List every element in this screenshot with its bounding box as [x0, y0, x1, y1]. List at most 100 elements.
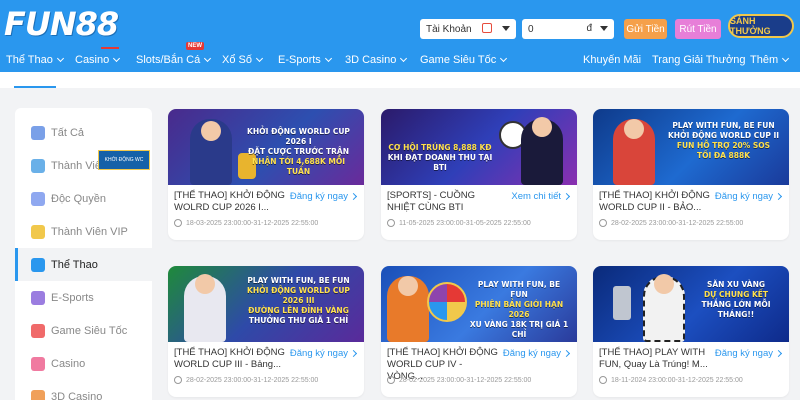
nav-item-esports[interactable]: E-Sports — [278, 50, 332, 70]
account-select-label: Tài Khoản — [426, 23, 472, 35]
esports-icon — [31, 290, 45, 305]
promo-date: 18-03-2025 23:00:00-31-12-2025 22:55:00 — [174, 219, 318, 227]
3d-casino-icon — [31, 389, 45, 400]
chevron-right-icon — [349, 192, 358, 201]
chevron-down-icon — [56, 54, 64, 63]
clock-icon — [174, 376, 182, 384]
sub-tabs — [0, 72, 800, 88]
nav-item-more[interactable]: Thêm — [750, 50, 790, 70]
register-now-link[interactable]: Đăng ký ngay — [290, 191, 358, 202]
chevron-right-icon — [562, 349, 571, 358]
nav-item-rewards[interactable]: Trang Giải Thưởng — [652, 50, 745, 70]
promo-banner: PLAY WITH FUN, BE FUN KHỞI ĐỘNG WORLD CU… — [168, 266, 364, 342]
new-member-icon — [31, 158, 45, 173]
promo-banner: PLAY WITH FUN, BE FUN PHIÊN BẢN GIỚI HẠN… — [381, 266, 577, 342]
promo-title: [THỂ THAO] KHỞI ĐỘNG WORLD CUP III - Bản… — [174, 347, 285, 370]
chevron-down-icon — [204, 54, 212, 63]
main-nav: Thể Thao Casino Slots/Bắn Cá Xổ Số E-Spo… — [0, 50, 800, 70]
chevron-down-icon — [255, 54, 264, 63]
subtab-active-indicator — [14, 86, 56, 88]
account-select[interactable]: Tài Khoản — [420, 19, 516, 39]
balance-value: 0 — [528, 23, 534, 35]
chevron-right-icon — [774, 349, 783, 358]
nav-item-fast-games[interactable]: Game Siêu Tốc — [420, 50, 508, 70]
view-details-link[interactable]: Xem chi tiết — [511, 191, 571, 202]
exclusive-icon — [31, 191, 45, 206]
chevron-down-icon — [782, 54, 790, 63]
nav-item-promotions[interactable]: Khuyến Mãi — [583, 50, 641, 70]
promo-title: [THỂ THAO] KHỞI ĐỘNG WORLD CUP II - BẢO.… — [599, 190, 710, 213]
top-header: FUN88 Tài Khoản 0 đ Gửi Tiền Rút Tiền SẢ… — [0, 0, 800, 72]
deposit-button[interactable]: Gửi Tiền — [624, 19, 667, 39]
fun88-logo[interactable]: FUN88 — [4, 4, 119, 44]
nav-item-slots[interactable]: Slots/Bắn Cá — [136, 50, 212, 70]
rewards-hall-badge[interactable]: SẢNH THƯỞNG — [728, 14, 794, 38]
register-now-link[interactable]: Đăng ký ngay — [503, 348, 571, 359]
sidebar-item-exclusive[interactable]: Độc Quyền — [15, 182, 152, 215]
promo-banner: PLAY WITH FUN, BE FUN KHỞI ĐỘNG WORLD CU… — [593, 109, 789, 185]
clock-icon — [174, 219, 182, 227]
casino-icon — [31, 356, 45, 371]
promo-card[interactable]: CƠ HỘI TRÚNG 8,888 KĐ KHI ĐẠT DOANH THU … — [381, 109, 577, 240]
nav-item-sports[interactable]: Thể Thao — [6, 50, 64, 70]
promo-title: [SPORTS] - CUỒNG NHIỆT CÙNG BTI — [387, 190, 475, 213]
grid-icon — [31, 125, 45, 140]
promo-date: 28-02-2025 23:00:00-31-12-2025 22:55:00 — [387, 376, 531, 384]
promo-card[interactable]: KHỞI ĐỘNG WORLD CUP 2026 I ĐẶT CƯỢC TRƯỚ… — [168, 109, 364, 240]
sidebar-item-3d-casino[interactable]: 3D Casino — [15, 380, 152, 400]
chevron-down-icon — [600, 26, 608, 31]
clock-icon — [599, 376, 607, 384]
sports-icon — [31, 257, 45, 272]
new-badge: NEW — [186, 42, 204, 50]
promo-date: 11-05-2025 23:00:00-31-05-2025 22:55:00 — [387, 219, 531, 227]
promo-banner: CƠ HỘI TRÚNG 8,888 KĐ KHI ĐẠT DOANH THU … — [381, 109, 577, 185]
promo-date: 28-02-2025 23:00:00-31-12-2025 22:55:00 — [599, 219, 743, 227]
player-head — [532, 117, 552, 137]
player-head — [201, 121, 221, 141]
fast-game-icon — [31, 323, 45, 338]
promo-title: [THỂ THAO] KHỞI ĐỘNG WOLRD CUP 2026 I... — [174, 190, 285, 213]
sidebar-item-esports[interactable]: E-Sports — [15, 281, 152, 314]
player-head — [654, 274, 674, 294]
sidebar-item-all[interactable]: Tất Cả — [15, 116, 152, 149]
nav-item-lottery[interactable]: Xổ Số — [222, 50, 264, 70]
chevron-down-icon — [324, 54, 332, 63]
player-head — [398, 276, 418, 296]
promo-card[interactable]: PLAY WITH FUN, BE FUN KHỞI ĐỘNG WORLD CU… — [168, 266, 364, 397]
nav-item-3d-casino[interactable]: 3D Casino — [345, 50, 408, 70]
chevron-down-icon — [400, 54, 408, 63]
sidebar-item-casino[interactable]: Casino — [15, 347, 152, 380]
promo-card[interactable]: PLAY WITH FUN, BE FUN KHỞI ĐỘNG WORLD CU… — [593, 109, 789, 240]
trophy-icon — [613, 286, 631, 320]
nav-item-casino[interactable]: Casino — [75, 50, 121, 70]
chevron-down-icon — [500, 54, 508, 63]
promo-date: 18-11-2024 23:00:00-31-12-2025 22:55:00 — [599, 376, 743, 384]
register-now-link[interactable]: Đăng ký ngay — [715, 191, 783, 202]
chevron-right-icon — [774, 192, 783, 201]
promo-banner: KHỞI ĐỘNG WORLD CUP 2026 I ĐẶT CƯỢC TRƯỚ… — [168, 109, 364, 185]
promo-date: 28-02-2025 23:00:00-31-12-2025 22:55:00 — [174, 376, 318, 384]
withdraw-button[interactable]: Rút Tiền — [675, 19, 721, 39]
prize-wheel-icon — [427, 282, 467, 322]
sports-promo-thumbnail: KHỞI ĐỘNG WC — [98, 150, 150, 170]
sidebar-item-sports[interactable]: Thể Thao — [15, 248, 152, 281]
sidebar-item-fast-games[interactable]: Game Siêu Tốc — [15, 314, 152, 347]
register-now-link[interactable]: Đăng ký ngay — [290, 348, 358, 359]
chevron-down-icon — [502, 26, 510, 31]
register-now-link[interactable]: Đăng ký ngay — [715, 348, 783, 359]
promo-title: [THỂ THAO] PLAY WITH FUN, Quay Là Trúng!… — [599, 347, 708, 370]
sidebar-item-vip[interactable]: Thành Viên VIP — [15, 215, 152, 248]
chevron-right-icon — [562, 192, 571, 201]
edit-icon — [482, 23, 492, 33]
player-head — [195, 274, 215, 294]
promo-card[interactable]: PLAY WITH FUN, BE FUN PHIÊN BẢN GIỚI HẠN… — [381, 266, 577, 397]
promo-card[interactable]: SĂN XU VÀNG DỰ CHUNG KẾT THẮNG LỚN MỖI T… — [593, 266, 789, 397]
chevron-right-icon — [349, 349, 358, 358]
clock-icon — [387, 219, 395, 227]
vip-icon — [31, 224, 45, 239]
logo-text: FUN88 — [4, 5, 119, 43]
balance-select[interactable]: 0 đ — [522, 19, 614, 39]
clock-icon — [387, 376, 395, 384]
clock-icon — [599, 219, 607, 227]
chevron-down-icon — [113, 54, 121, 63]
